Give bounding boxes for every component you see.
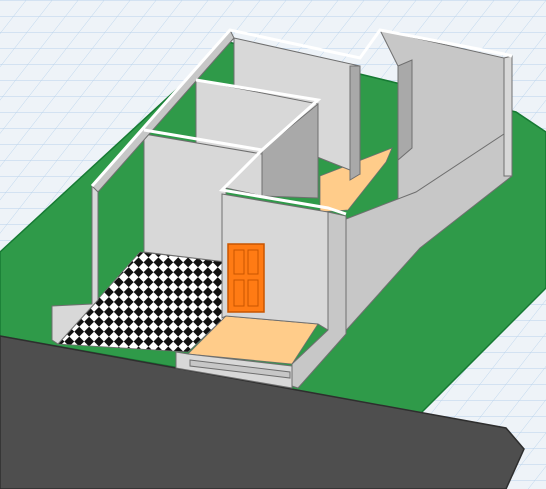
front-door[interactable] — [227, 243, 265, 313]
wall-partition-c[interactable] — [397, 59, 413, 162]
wall-right-long[interactable] — [503, 55, 513, 177]
wall-partition-a[interactable] — [349, 65, 361, 181]
3d-viewport[interactable] — [0, 0, 546, 489]
3d-scene[interactable] — [0, 0, 546, 489]
door-leaf[interactable] — [227, 243, 265, 313]
